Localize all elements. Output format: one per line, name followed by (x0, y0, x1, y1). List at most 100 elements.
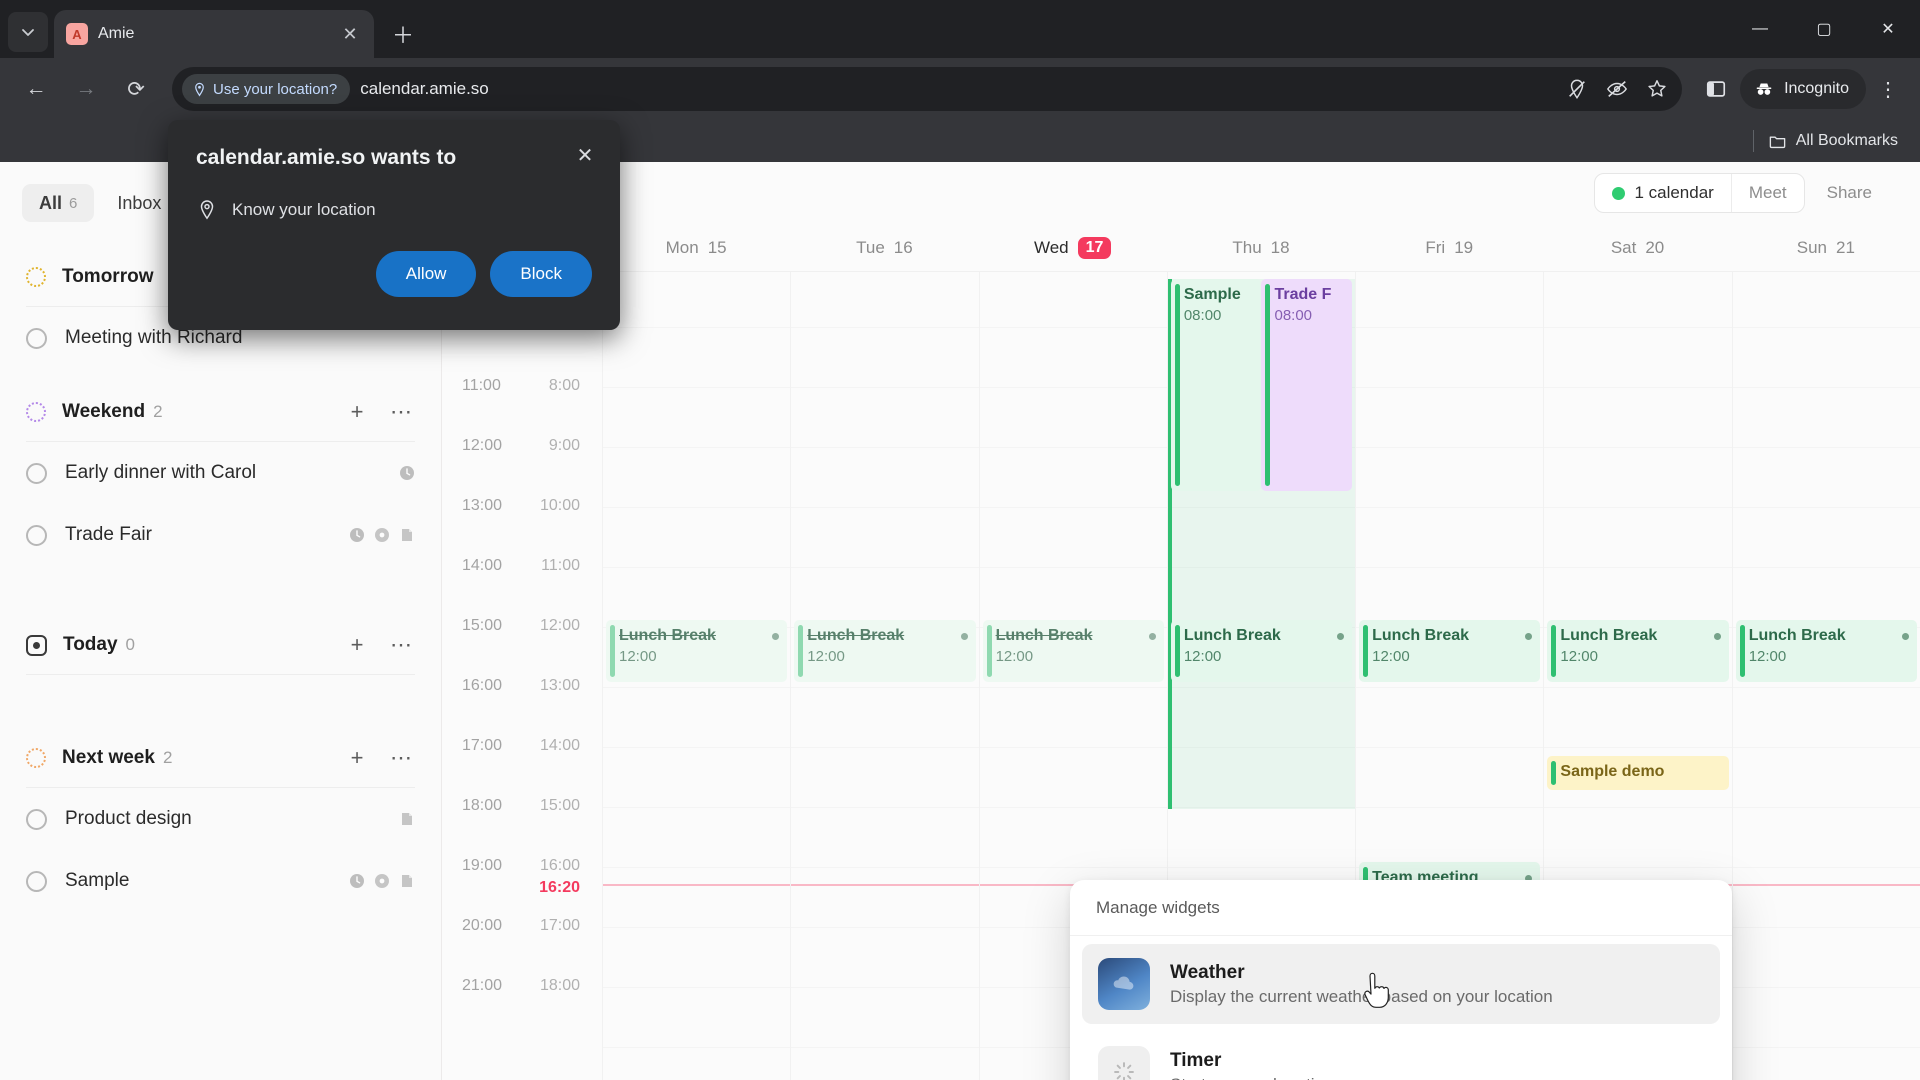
calendar-event[interactable]: Lunch Break 12:00 (794, 620, 976, 682)
grid-hour-line (1732, 327, 1920, 328)
task-checkbox[interactable] (26, 808, 47, 830)
task-checkbox[interactable] (26, 524, 47, 546)
new-tab-button[interactable]: ＋ (386, 17, 420, 51)
day-column[interactable]: Lunch Break 12:00 (602, 272, 791, 1080)
list-item[interactable]: Trade Fair (0, 504, 441, 566)
location-permission-chip[interactable]: Use your location? (182, 74, 351, 104)
time-tick-primary: 15:00 (462, 617, 503, 634)
more-button-today[interactable]: ⋯ (387, 631, 415, 659)
add-task-button-next-week[interactable]: + (343, 744, 371, 772)
list-item[interactable]: Sample (0, 850, 441, 912)
all-bookmarks-button[interactable]: All Bookmarks (1768, 132, 1898, 151)
grid-hour-line (791, 687, 979, 688)
calendar-event[interactable]: Lunch Break 12:00 (606, 620, 788, 682)
share-button[interactable]: Share (1805, 183, 1894, 203)
current-time-line (603, 884, 791, 886)
event-time: 12:00 (1748, 648, 1787, 665)
task-title: Meeting with Richard (65, 327, 243, 348)
calendar-event[interactable]: Lunch Break 12:00 (1170, 620, 1353, 682)
sidebar-tab-all[interactable]: All 6 (22, 184, 95, 222)
calendar-event[interactable]: Lunch Break 12:00 (982, 620, 1164, 682)
time-tick-secondary: 11:00 (541, 557, 580, 574)
calendar-event[interactable]: Lunch Break 12:00 (1547, 620, 1729, 682)
day-number: 20 (1645, 237, 1665, 257)
task-checkbox[interactable] (26, 462, 47, 484)
tab-search-button[interactable] (8, 12, 48, 52)
event-title: Sample (1183, 286, 1241, 303)
location-permission-dialog[interactable]: calendar.amie.so wants to ✕ Know your lo… (168, 120, 620, 330)
day-header-fri[interactable]: Fri 19 (1355, 224, 1543, 271)
grid-hour-line (1732, 987, 1920, 988)
today-square-icon (26, 634, 47, 656)
bookmark-star-icon[interactable] (1640, 72, 1674, 106)
event-time: 12:00 (995, 648, 1034, 665)
task-checkbox[interactable] (26, 327, 47, 349)
event-status-dot (1337, 632, 1345, 640)
side-panel-icon[interactable] (1696, 69, 1736, 109)
sidebar-group-today[interactable]: Today 0 + ⋯ (0, 616, 441, 674)
grid-hour-line (791, 447, 979, 448)
minimize-button[interactable]: — (1728, 0, 1792, 58)
sidebar-group-weekend[interactable]: Weekend 2 + ⋯ (0, 383, 441, 441)
day-column[interactable]: Lunch Break 12:00 (790, 272, 979, 1080)
time-tick-primary: 13:00 (462, 497, 503, 514)
grid-hour-line (979, 327, 1167, 328)
grid-hour-line (603, 867, 791, 868)
eye-off-icon[interactable] (1600, 72, 1634, 106)
meet-button[interactable]: Meet (1730, 174, 1804, 212)
all-bookmarks-label: All Bookmarks (1795, 132, 1898, 149)
close-window-button[interactable]: ✕ (1856, 0, 1920, 58)
calendar-selector-button[interactable]: 1 calendar (1595, 174, 1730, 212)
grid-hour-line (979, 567, 1167, 568)
group-title-next-week: Next week (62, 747, 155, 768)
day-header-sat[interactable]: Sat 20 (1543, 224, 1731, 271)
grid-hour-line (1732, 387, 1920, 388)
day-header-tue[interactable]: Tue 16 (790, 224, 978, 271)
more-button-weekend[interactable]: ⋯ (387, 398, 415, 426)
day-header-thu[interactable]: Thu 18 (1167, 224, 1355, 271)
calendar-event[interactable]: Sample demo (1547, 756, 1729, 790)
address-bar[interactable]: Use your location? calendar.amie.so (172, 67, 1683, 111)
manage-widgets-popup[interactable]: Manage widgets Weather Display the curre… (1070, 880, 1732, 1080)
more-button-next-week[interactable]: ⋯ (387, 744, 415, 772)
forward-button[interactable]: → (64, 67, 108, 111)
grid-hour-line (603, 927, 791, 928)
time-tick: 15:00 12:00 (442, 617, 602, 635)
reload-button[interactable]: ⟳ (114, 67, 158, 111)
close-icon[interactable]: ✕ (572, 142, 598, 168)
widget-option-timer[interactable]: Timer Start a pomodoro timer (1082, 1032, 1720, 1080)
allow-button[interactable]: Allow (375, 251, 477, 297)
dotted-ring-yellow-icon (26, 267, 46, 287)
browser-menu-button[interactable]: ⋮ (1870, 69, 1906, 109)
current-time-line (1732, 884, 1920, 886)
event-title: Trade F (1274, 286, 1332, 303)
task-title: Sample (65, 870, 130, 891)
day-header-sun[interactable]: Sun 21 (1732, 224, 1920, 271)
day-name: Thu (1232, 237, 1262, 257)
grid-hour-line (603, 987, 791, 988)
list-item[interactable]: Product design (0, 788, 441, 850)
task-checkbox[interactable] (26, 870, 47, 892)
time-tick-secondary: 16:00 (539, 857, 580, 874)
list-item[interactable]: Early dinner with Carol (0, 442, 441, 504)
widget-option-weather[interactable]: Weather Display the current weather base… (1082, 944, 1720, 1024)
calendar-event[interactable]: Lunch Break 12:00 (1359, 620, 1541, 682)
day-header-mon[interactable]: Mon 15 (602, 224, 790, 271)
day-header-wed[interactable]: Wed 17 (979, 224, 1167, 271)
block-button[interactable]: Block (490, 251, 592, 297)
add-task-button-weekend[interactable]: + (343, 398, 371, 426)
folder-icon (1769, 135, 1786, 148)
day-column[interactable]: Lunch Break 12:00 (1731, 272, 1920, 1080)
browser-tab[interactable]: A Amie ✕ (54, 10, 374, 58)
back-button[interactable]: ← (14, 67, 58, 111)
location-blocked-icon[interactable] (1560, 72, 1594, 106)
incognito-indicator[interactable]: Incognito (1740, 69, 1866, 109)
sidebar-group-next-week[interactable]: Next week 2 + ⋯ (0, 729, 441, 787)
calendar-event[interactable]: Sample 08:00 (1170, 279, 1262, 491)
tab-close-icon[interactable]: ✕ (338, 22, 362, 46)
calendar-event[interactable]: Trade F 08:00 (1261, 279, 1353, 491)
calendar-event[interactable]: Lunch Break 12:00 (1735, 620, 1917, 682)
add-task-button-today[interactable]: + (343, 631, 371, 659)
grid-hour-line (603, 807, 791, 808)
maximize-button[interactable]: ▢ (1792, 0, 1856, 58)
